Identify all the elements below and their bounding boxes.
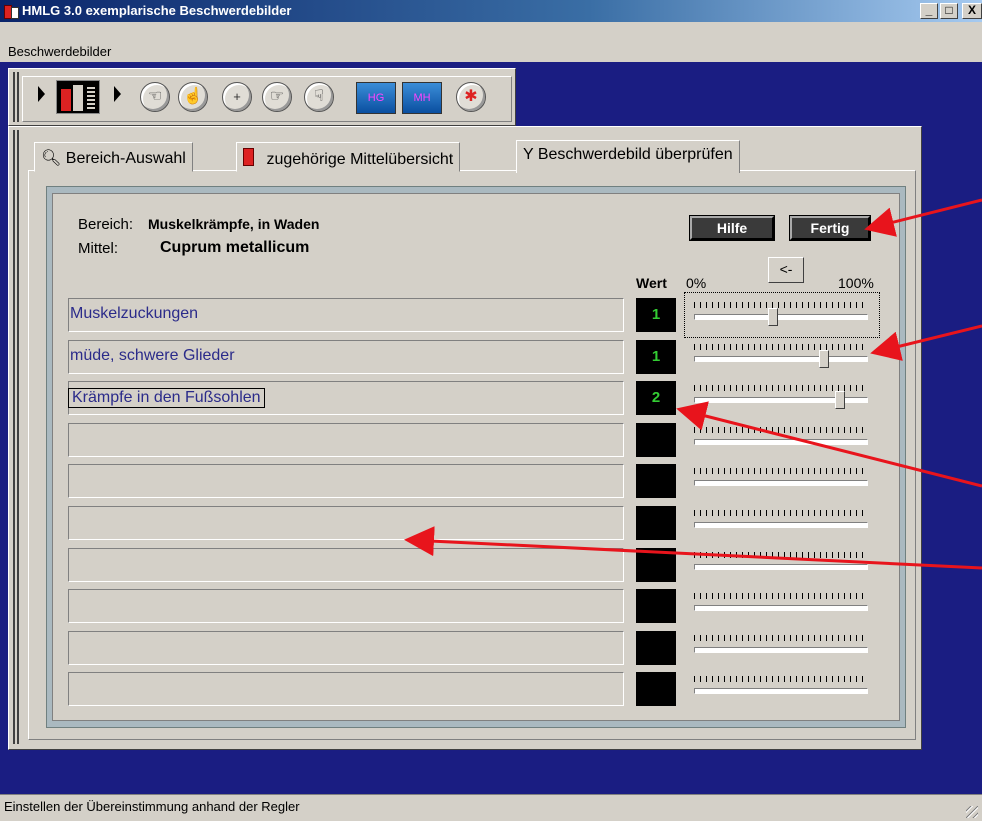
window-title: HMLG 3.0 exemplarische Beschwerdebilder: [22, 3, 292, 18]
symptom-field[interactable]: [68, 506, 624, 540]
toolbar-grip-line: [17, 72, 19, 122]
status-text: Einstellen der Übereinstimmung anhand de…: [4, 799, 300, 814]
slider-thumb[interactable]: [819, 350, 829, 368]
hand-left-icon[interactable]: ☜: [140, 82, 170, 112]
wert-display: [636, 548, 676, 582]
symptom-field[interactable]: [68, 423, 624, 457]
mh-button[interactable]: MH: [402, 82, 442, 114]
slider-ticks: [694, 510, 868, 516]
wert-display: [636, 672, 676, 706]
wert-display: [636, 631, 676, 665]
slider-ticks: [694, 302, 868, 308]
tab-beschwerdebild-uberprufen[interactable]: Y Beschwerdebild überprüfen: [516, 140, 740, 173]
tab-label: Beschwerdebild überprüfen: [537, 146, 733, 163]
tab-label: Bereich-Auswahl: [65, 150, 186, 167]
chart-bars-icon[interactable]: [56, 80, 100, 114]
wert-display: 1: [636, 340, 676, 374]
maximize-button[interactable]: □: [940, 3, 958, 19]
wert-display: [636, 589, 676, 623]
slider-track[interactable]: [694, 522, 868, 528]
nav-left-arrow-icon[interactable]: [38, 86, 45, 102]
slider-track[interactable]: [694, 356, 868, 362]
wert-display: 1: [636, 298, 676, 332]
nav-right-arrow-icon[interactable]: [114, 86, 121, 102]
wert-display: 2: [636, 381, 676, 415]
hand-star-icon[interactable]: ✱: [456, 82, 486, 112]
tab-bereich-auswahl[interactable]: 🔍︎ Bereich-Auswahl: [34, 142, 193, 172]
slider-ticks: [694, 635, 868, 641]
tab-label: zugehörige Mittelübersicht: [266, 151, 454, 168]
percent-min-label: 0%: [686, 275, 707, 291]
back-button[interactable]: <-: [768, 257, 804, 283]
minimize-button[interactable]: _: [920, 3, 938, 19]
symptom-field[interactable]: [68, 548, 624, 582]
symptom-field[interactable]: [68, 672, 624, 706]
slider-track[interactable]: [694, 605, 868, 611]
slider-ticks: [694, 344, 868, 350]
close-button[interactable]: X: [962, 3, 982, 19]
menu-bar: [0, 22, 982, 62]
hand-up-icon[interactable]: ☝: [178, 82, 208, 112]
slider-ticks: [694, 468, 868, 474]
slider-ticks: [694, 593, 868, 599]
slider-ticks: [694, 427, 868, 433]
wert-display: [636, 464, 676, 498]
symptom-field[interactable]: [68, 589, 624, 623]
mittel-label: Mittel:: [78, 240, 119, 257]
symptom-text: müde, schwere Glieder: [70, 347, 235, 364]
mittel-value: Cuprum metallicum: [160, 239, 310, 256]
wert-display: [636, 423, 676, 457]
dowsing-rod-icon: Y: [523, 146, 534, 163]
fertig-button[interactable]: Fertig: [790, 216, 870, 240]
slider-track[interactable]: [694, 314, 868, 320]
slider-track[interactable]: [694, 439, 868, 445]
bereich-value: Muskelkrämpfe, in Waden: [148, 216, 320, 232]
slider-track[interactable]: [694, 688, 868, 694]
percent-max-label: 100%: [838, 275, 874, 291]
symptom-field[interactable]: [68, 464, 624, 498]
symptom-field[interactable]: [68, 631, 624, 665]
symptom-text: Muskelzuckungen: [70, 305, 199, 322]
slider-ticks: [694, 552, 868, 558]
bottle-icon: [243, 148, 254, 166]
resize-grip-icon[interactable]: [966, 806, 978, 818]
app-icon[interactable]: [3, 3, 19, 19]
hand-down-icon[interactable]: ☟: [304, 82, 334, 112]
bereich-label: Bereich:: [78, 216, 134, 233]
slider-track[interactable]: [694, 647, 868, 653]
slider-track[interactable]: [694, 564, 868, 570]
plus-icon[interactable]: +: [222, 82, 252, 112]
wert-display: [636, 506, 676, 540]
slider-ticks: [694, 676, 868, 682]
hg-button[interactable]: HG: [356, 82, 396, 114]
wert-header: Wert: [636, 275, 667, 291]
magnifier-icon: 🔍︎: [41, 150, 62, 167]
child-grip-line: [17, 130, 19, 744]
child-grip: [13, 130, 15, 744]
symptom-text: Krämpfe in den Fußsohlen: [68, 388, 265, 408]
slider-track[interactable]: [694, 480, 868, 486]
hilfe-button[interactable]: Hilfe: [690, 216, 774, 240]
hand-right-icon[interactable]: ☞: [262, 82, 292, 112]
tab-mittelubersicht[interactable]: zugehörige Mittelübersicht: [236, 142, 461, 172]
menu-item-beschwerdebilder[interactable]: Beschwerdebilder: [8, 44, 111, 59]
toolbar-grip[interactable]: [13, 72, 15, 122]
slider-thumb[interactable]: [835, 391, 845, 409]
slider-thumb[interactable]: [768, 308, 778, 326]
